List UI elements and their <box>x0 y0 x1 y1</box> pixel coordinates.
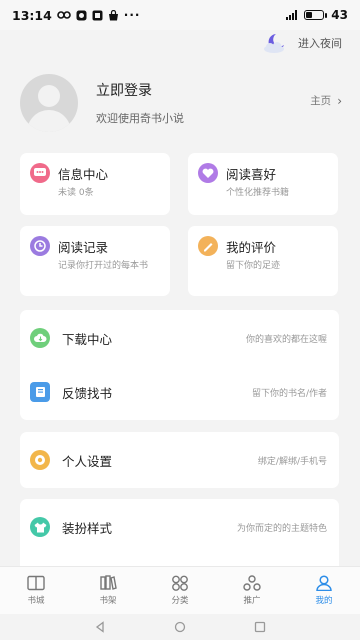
message-icon <box>30 163 50 183</box>
personal-settings-desc: 绑定/解绑/手机号 <box>257 456 327 467</box>
reading-history-sub: 记录你打开过的每本书 <box>58 261 149 271</box>
bottom-tab-bar: 书城 书架 分类 推广 我的 <box>0 566 360 614</box>
tab-mine[interactable]: 我的 <box>288 567 360 614</box>
reading-preference-title: 阅读喜好 <box>226 166 277 182</box>
back-icon[interactable] <box>94 621 106 633</box>
personal-settings-card: 个人设置 绑定/解绑/手机号 <box>20 432 339 488</box>
tab-mine-label: 我的 <box>315 596 333 606</box>
battery-level: 43 <box>331 8 348 22</box>
theme-style-row[interactable]: 装扮样式 为你而定的的主题特色 <box>20 499 339 555</box>
chevron-right-icon: › <box>337 93 342 108</box>
reading-history-card[interactable]: 阅读记录 记录你打开过的每本书 <box>20 226 170 296</box>
theme-style-title: 装扮样式 <box>62 520 113 536</box>
message-center-card[interactable]: 信息中心 未读 0条 <box>20 153 170 215</box>
bookstore-icon <box>27 575 45 591</box>
list-group-downloads: 下载中心 你的喜欢的都在这喔 反馈找书 留下你的书名/作者 <box>20 310 339 420</box>
profile-icon <box>316 575 332 591</box>
cloud-download-icon <box>30 328 50 348</box>
theme-style-desc: 为你而定的的主题特色 <box>236 523 327 534</box>
welcome-text: 欢迎使用奇书小说 <box>96 112 184 125</box>
my-reviews-title: 我的评价 <box>226 239 277 255</box>
shirt-icon <box>30 517 50 537</box>
tab-bookstore-label: 书城 <box>27 596 45 606</box>
night-mode-toggle[interactable]: 进入夜间 <box>262 32 342 54</box>
more-notifications-icon: ··· <box>123 8 141 22</box>
heart-icon <box>198 163 218 183</box>
comment-icon <box>198 236 218 256</box>
feedback-find-book-desc: 留下你的书名/作者 <box>251 388 327 399</box>
bookshelf-icon <box>100 575 117 590</box>
system-nav-bar <box>0 614 360 640</box>
download-center-desc: 你的喜欢的都在这喔 <box>245 334 327 345</box>
tab-category[interactable]: 分类 <box>144 567 216 614</box>
personal-settings-row[interactable]: 个人设置 绑定/解绑/手机号 <box>20 432 339 488</box>
reading-preference-card[interactable]: 阅读喜好 个性化推荐书籍 <box>188 153 338 215</box>
home-page-label: 主页 <box>310 95 332 107</box>
tab-category-label: 分类 <box>171 596 189 606</box>
category-icon <box>172 575 188 591</box>
night-mode-label: 进入夜间 <box>298 37 342 50</box>
settings-icon <box>30 450 50 470</box>
bag-icon <box>108 9 118 20</box>
theme-style-card: 装扮样式 为你而定的的主题特色 <box>20 499 339 566</box>
reading-preference-sub: 个性化推荐书籍 <box>226 188 290 198</box>
personal-settings-title: 个人设置 <box>62 453 113 469</box>
status-bar: 13:14 ··· 43 <box>0 0 360 30</box>
battery-icon <box>304 10 328 20</box>
signal-icon <box>286 10 298 20</box>
message-center-sub: 未读 0条 <box>58 188 94 198</box>
link-icon <box>56 11 71 19</box>
app-notification-icon <box>92 10 103 20</box>
download-center-title: 下载中心 <box>62 331 113 347</box>
my-reviews-card[interactable]: 我的评价 留下你的足迹 <box>188 226 338 296</box>
status-right: 43 <box>286 8 348 22</box>
login-link[interactable]: 立即登录 <box>96 80 184 100</box>
tab-promote-label: 推广 <box>243 596 261 606</box>
moon-cloud-icon <box>264 34 284 53</box>
recents-icon[interactable] <box>254 621 266 633</box>
home-icon[interactable] <box>174 621 186 633</box>
status-time: 13:14 <box>12 7 52 23</box>
book-feedback-icon <box>30 382 50 402</box>
tab-bookshelf-label: 书架 <box>99 596 117 606</box>
tab-bookshelf[interactable]: 书架 <box>72 567 144 614</box>
my-reviews-sub: 留下你的足迹 <box>226 261 281 271</box>
avatar[interactable] <box>20 74 78 132</box>
feedback-find-book-row[interactable]: 反馈找书 留下你的书名/作者 <box>20 364 339 420</box>
download-center-row[interactable]: 下载中心 你的喜欢的都在这喔 <box>20 310 339 366</box>
tab-promote[interactable]: 推广 <box>216 567 288 614</box>
promote-icon <box>243 575 261 591</box>
status-left: 13:14 ··· <box>12 8 140 23</box>
home-page-link[interactable]: 主页 › <box>310 93 342 108</box>
feedback-find-book-title: 反馈找书 <box>62 385 113 401</box>
tab-bookstore[interactable]: 书城 <box>0 567 72 614</box>
profile-section[interactable]: 立即登录 欢迎使用奇书小说 主页 › <box>20 74 342 132</box>
notification-icon <box>76 10 87 20</box>
clock-icon <box>30 236 50 256</box>
reading-history-title: 阅读记录 <box>58 239 109 255</box>
message-center-title: 信息中心 <box>58 166 109 182</box>
